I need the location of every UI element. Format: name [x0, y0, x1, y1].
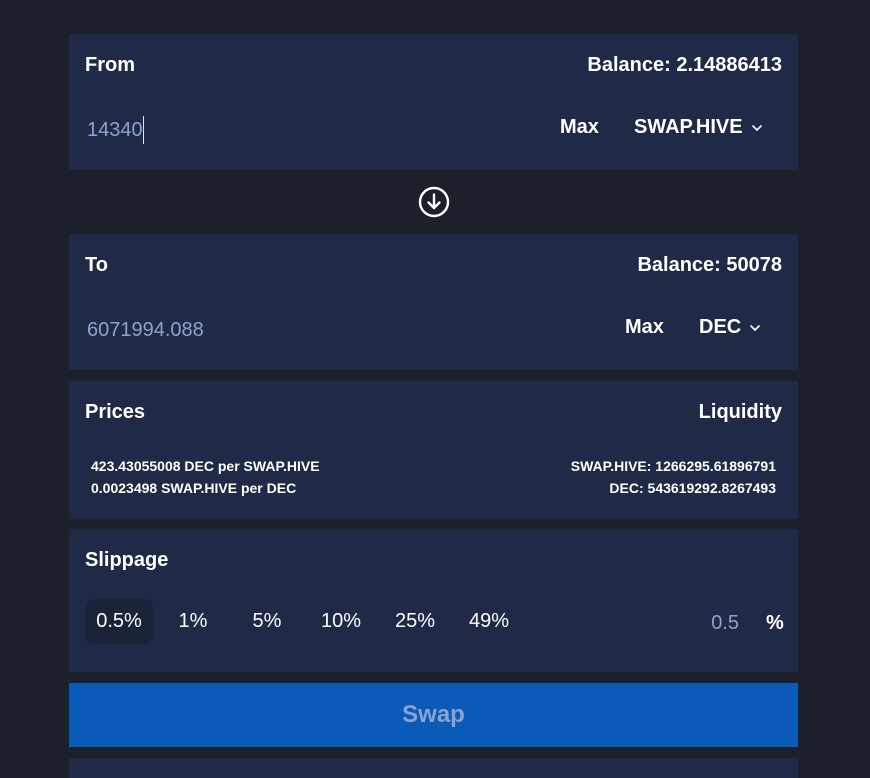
slippage-option-10[interactable]: 10%: [307, 599, 375, 644]
from-token-select[interactable]: SWAP.HIVE: [634, 116, 763, 139]
text-caret: [143, 116, 144, 144]
to-label: To: [85, 254, 108, 276]
from-amount-input[interactable]: [83, 114, 471, 146]
slippage-label: Slippage: [85, 549, 169, 571]
liquidity-info: SWAP.HIVE: 1266295.61896791 DEC: 5436192…: [571, 455, 776, 499]
to-balance: Balance: 50078: [637, 254, 782, 276]
liquidity-line-hive: SWAP.HIVE: 1266295.61896791: [570, 458, 776, 474]
price-info: 423.43055008 DEC per SWAP.HIVE 0.0023498…: [91, 455, 320, 499]
to-card: To Balance: 50078 Max DEC: [69, 234, 798, 370]
slippage-unit: %: [766, 612, 784, 634]
slippage-option-25[interactable]: 25%: [381, 599, 449, 644]
from-max-button[interactable]: Max: [560, 116, 599, 139]
from-label: From: [85, 54, 135, 76]
switch-row: [69, 170, 798, 234]
chevron-down-icon: [750, 324, 761, 331]
slippage-options: 0.5% 1% 5% 10% 25% 49%: [85, 599, 529, 644]
price-line-dec-per-hive: 423.43055008 DEC per SWAP.HIVE: [91, 458, 320, 474]
bottom-card: [69, 758, 798, 778]
to-max-button[interactable]: Max: [625, 316, 664, 339]
to-amount-input[interactable]: [83, 314, 471, 346]
to-token-label: DEC: [699, 316, 742, 338]
liquidity-label: Liquidity: [698, 401, 782, 423]
prices-card: Prices Liquidity 423.43055008 DEC per SW…: [69, 381, 798, 519]
slippage-option-1[interactable]: 1%: [159, 599, 227, 644]
from-card: From Balance: 2.14886413 Max SWAP.HIVE: [69, 34, 798, 170]
swap-button[interactable]: Swap: [69, 683, 798, 747]
price-line-hive-per-dec: 0.0023498 SWAP.HIVE per DEC: [91, 480, 297, 496]
slippage-card: Slippage 0.5% 1% 5% 10% 25% 49% %: [69, 529, 798, 672]
from-token-label: SWAP.HIVE: [634, 116, 743, 138]
liquidity-line-dec: DEC: 543619292.8267493: [609, 480, 776, 496]
slippage-option-49[interactable]: 49%: [455, 599, 523, 644]
prices-label: Prices: [85, 401, 146, 423]
arrow-down-circle-icon[interactable]: [418, 186, 450, 218]
from-balance: Balance: 2.14886413: [587, 54, 782, 76]
slippage-option-5[interactable]: 5%: [233, 599, 301, 644]
chevron-down-icon: [751, 124, 762, 131]
slippage-custom-input[interactable]: [679, 609, 739, 637]
swap-panel: From Balance: 2.14886413 Max SWAP.HIVE T…: [69, 34, 798, 778]
to-token-select[interactable]: DEC: [699, 316, 761, 339]
slippage-option-0-5[interactable]: 0.5%: [85, 599, 153, 644]
